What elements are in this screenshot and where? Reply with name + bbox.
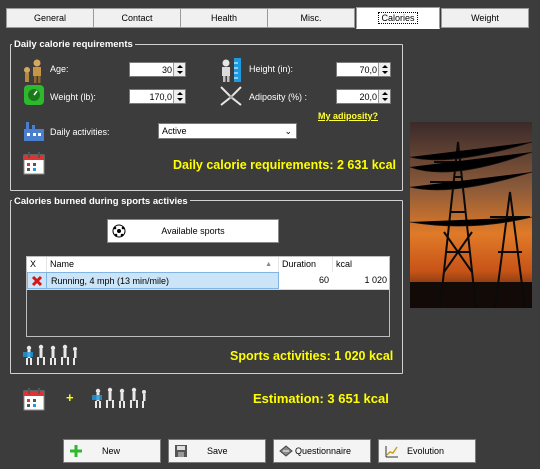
column-header-duration[interactable]: Duration	[279, 257, 333, 272]
spinner-buttons[interactable]	[378, 63, 390, 76]
age-label: Age:	[50, 64, 69, 74]
evolution-button[interactable]: Evolution	[378, 439, 476, 463]
adiposity-spinner[interactable]: 20,0	[336, 89, 391, 104]
save-disk-icon	[175, 445, 187, 457]
tab-bar: General Contact Health Misc. Calories We…	[0, 0, 540, 30]
sports-figures-icon	[23, 344, 77, 365]
height-spinner[interactable]: 70,0	[336, 62, 391, 77]
estimation-result: Estimation: 3 651 kcal	[253, 391, 389, 406]
daily-result: Daily calorie requirements: 2 631 kcal	[173, 158, 397, 172]
chevron-down-icon: ⌄	[284, 126, 292, 136]
power-lines-photo	[410, 122, 532, 308]
activities-label: Daily activities:	[50, 127, 110, 137]
delete-x-icon[interactable]	[31, 275, 43, 287]
spinner-buttons[interactable]	[378, 90, 390, 103]
plus-icon	[70, 445, 82, 457]
table-row[interactable]: Running, 4 mph (13 min/mile) 60 1 020	[27, 272, 389, 290]
calendar-icon	[23, 388, 45, 411]
kcal-cell[interactable]: 1 020	[333, 272, 391, 289]
delete-cell[interactable]	[27, 272, 47, 289]
weight-label: Weight (lb):	[50, 92, 96, 102]
spinner-buttons[interactable]	[173, 90, 185, 103]
weight-spinner[interactable]: 170,0	[129, 89, 186, 104]
calendar-icon	[23, 152, 45, 175]
tab-health[interactable]: Health	[180, 8, 268, 28]
adiposity-label: Adiposity (%) :	[249, 92, 308, 102]
tab-contact[interactable]: Contact	[93, 8, 181, 28]
column-header-name[interactable]: Name ▲	[47, 257, 279, 272]
tab-weight[interactable]: Weight	[441, 8, 529, 28]
sport-name-cell[interactable]: Running, 4 mph (13 min/mile)	[47, 272, 279, 289]
duration-cell[interactable]: 60	[279, 272, 333, 289]
sort-arrow-icon: ▲	[265, 261, 272, 268]
plus-sign: +	[66, 390, 74, 405]
available-sports-button[interactable]: Available sports	[107, 219, 279, 243]
weight-scale-icon	[24, 85, 44, 105]
sports-table[interactable]: X Name ▲ Duration kcal Running, 4 mph (1…	[26, 256, 390, 337]
save-button[interactable]: Save	[168, 439, 266, 463]
tab-misc[interactable]: Misc.	[267, 8, 355, 28]
new-button[interactable]: New	[63, 439, 161, 463]
activities-select[interactable]: Active ⌄	[158, 123, 297, 139]
evolution-icon	[385, 446, 398, 458]
tab-calories[interactable]: Calories	[356, 7, 440, 29]
tab-general[interactable]: General	[6, 8, 94, 28]
daily-calorie-title: Daily calorie requirements	[12, 39, 135, 50]
age-spinner[interactable]: 30	[129, 62, 186, 77]
questionnaire-icon	[279, 445, 293, 457]
column-header-kcal[interactable]: kcal	[333, 257, 391, 272]
spinner-buttons[interactable]	[173, 63, 185, 76]
questionnaire-button[interactable]: Questionnaire	[273, 439, 371, 463]
height-label: Height (in):	[249, 64, 294, 74]
column-header-x[interactable]: X	[27, 257, 47, 272]
sports-title: Calories burned during sports activies	[12, 196, 190, 207]
soccer-ball-icon	[112, 224, 126, 238]
table-header: X Name ▲ Duration kcal	[27, 257, 389, 273]
sports-result: Sports activities: 1 020 kcal	[230, 349, 394, 363]
sports-figures-icon	[92, 387, 146, 408]
caliper-icon	[220, 86, 242, 106]
my-adiposity-link[interactable]: My adiposity?	[318, 111, 378, 121]
person-age-icon	[24, 59, 41, 83]
height-ruler-icon	[222, 58, 241, 82]
factory-icon	[24, 122, 44, 141]
